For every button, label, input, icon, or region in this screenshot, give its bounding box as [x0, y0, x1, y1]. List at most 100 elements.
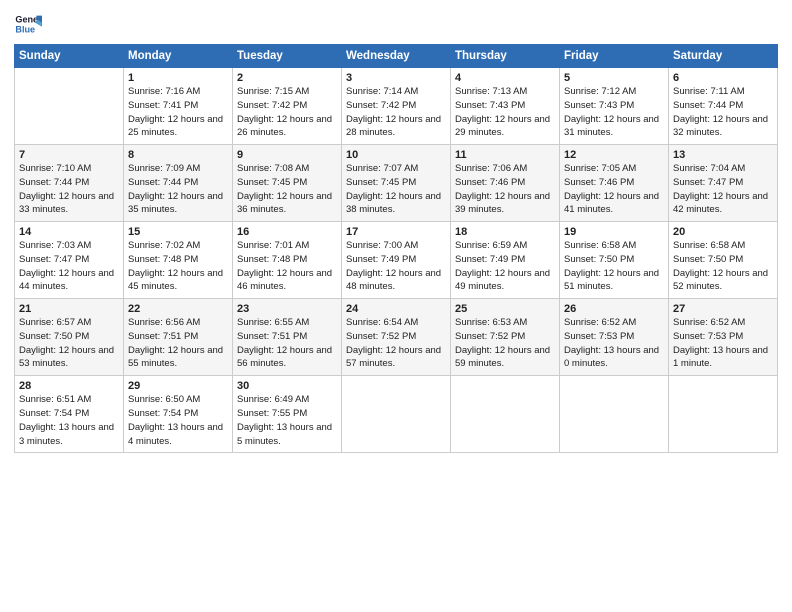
day-number: 16: [237, 226, 337, 238]
day-number: 11: [455, 149, 555, 161]
day-number: 14: [19, 226, 119, 238]
day-number: 27: [673, 303, 773, 315]
calendar-cell: 11Sunrise: 7:06 AMSunset: 7:46 PMDayligh…: [451, 145, 560, 222]
day-info: Sunrise: 7:04 AMSunset: 7:47 PMDaylight:…: [673, 162, 773, 217]
day-number: 29: [128, 380, 228, 392]
day-number: 18: [455, 226, 555, 238]
calendar-cell: 20Sunrise: 6:58 AMSunset: 7:50 PMDayligh…: [669, 222, 778, 299]
calendar-cell: 28Sunrise: 6:51 AMSunset: 7:54 PMDayligh…: [15, 376, 124, 453]
column-header-tuesday: Tuesday: [233, 45, 342, 68]
calendar-cell: 4Sunrise: 7:13 AMSunset: 7:43 PMDaylight…: [451, 68, 560, 145]
column-header-saturday: Saturday: [669, 45, 778, 68]
calendar-cell: 25Sunrise: 6:53 AMSunset: 7:52 PMDayligh…: [451, 299, 560, 376]
day-info: Sunrise: 7:00 AMSunset: 7:49 PMDaylight:…: [346, 239, 446, 294]
column-header-friday: Friday: [560, 45, 669, 68]
calendar-cell: 24Sunrise: 6:54 AMSunset: 7:52 PMDayligh…: [342, 299, 451, 376]
day-number: 1: [128, 72, 228, 84]
day-number: 23: [237, 303, 337, 315]
day-info: Sunrise: 7:16 AMSunset: 7:41 PMDaylight:…: [128, 85, 228, 140]
day-info: Sunrise: 7:11 AMSunset: 7:44 PMDaylight:…: [673, 85, 773, 140]
day-info: Sunrise: 7:13 AMSunset: 7:43 PMDaylight:…: [455, 85, 555, 140]
day-number: 30: [237, 380, 337, 392]
calendar-cell: 17Sunrise: 7:00 AMSunset: 7:49 PMDayligh…: [342, 222, 451, 299]
day-info: Sunrise: 6:58 AMSunset: 7:50 PMDaylight:…: [673, 239, 773, 294]
calendar-cell: 6Sunrise: 7:11 AMSunset: 7:44 PMDaylight…: [669, 68, 778, 145]
day-number: 22: [128, 303, 228, 315]
week-row-2: 7Sunrise: 7:10 AMSunset: 7:44 PMDaylight…: [15, 145, 778, 222]
day-info: Sunrise: 7:05 AMSunset: 7:46 PMDaylight:…: [564, 162, 664, 217]
day-number: 10: [346, 149, 446, 161]
week-row-4: 21Sunrise: 6:57 AMSunset: 7:50 PMDayligh…: [15, 299, 778, 376]
day-number: 21: [19, 303, 119, 315]
calendar-cell: 27Sunrise: 6:52 AMSunset: 7:53 PMDayligh…: [669, 299, 778, 376]
day-number: 24: [346, 303, 446, 315]
day-number: 2: [237, 72, 337, 84]
header-row: SundayMondayTuesdayWednesdayThursdayFrid…: [15, 45, 778, 68]
day-info: Sunrise: 7:02 AMSunset: 7:48 PMDaylight:…: [128, 239, 228, 294]
day-number: 17: [346, 226, 446, 238]
calendar-cell: 23Sunrise: 6:55 AMSunset: 7:51 PMDayligh…: [233, 299, 342, 376]
calendar-cell: [560, 376, 669, 453]
day-info: Sunrise: 7:12 AMSunset: 7:43 PMDaylight:…: [564, 85, 664, 140]
day-number: 4: [455, 72, 555, 84]
day-info: Sunrise: 7:08 AMSunset: 7:45 PMDaylight:…: [237, 162, 337, 217]
day-info: Sunrise: 7:14 AMSunset: 7:42 PMDaylight:…: [346, 85, 446, 140]
day-info: Sunrise: 7:01 AMSunset: 7:48 PMDaylight:…: [237, 239, 337, 294]
day-number: 20: [673, 226, 773, 238]
day-number: 5: [564, 72, 664, 84]
day-number: 25: [455, 303, 555, 315]
column-header-thursday: Thursday: [451, 45, 560, 68]
day-info: Sunrise: 6:52 AMSunset: 7:53 PMDaylight:…: [564, 316, 664, 371]
day-info: Sunrise: 7:07 AMSunset: 7:45 PMDaylight:…: [346, 162, 446, 217]
week-row-5: 28Sunrise: 6:51 AMSunset: 7:54 PMDayligh…: [15, 376, 778, 453]
day-number: 8: [128, 149, 228, 161]
calendar-cell: 26Sunrise: 6:52 AMSunset: 7:53 PMDayligh…: [560, 299, 669, 376]
calendar-cell: 7Sunrise: 7:10 AMSunset: 7:44 PMDaylight…: [15, 145, 124, 222]
calendar-cell: 22Sunrise: 6:56 AMSunset: 7:51 PMDayligh…: [124, 299, 233, 376]
day-number: 26: [564, 303, 664, 315]
day-number: 6: [673, 72, 773, 84]
calendar-cell: 21Sunrise: 6:57 AMSunset: 7:50 PMDayligh…: [15, 299, 124, 376]
day-number: 13: [673, 149, 773, 161]
calendar-cell: 8Sunrise: 7:09 AMSunset: 7:44 PMDaylight…: [124, 145, 233, 222]
day-number: 9: [237, 149, 337, 161]
day-info: Sunrise: 6:49 AMSunset: 7:55 PMDaylight:…: [237, 393, 337, 448]
day-number: 19: [564, 226, 664, 238]
calendar-cell: 30Sunrise: 6:49 AMSunset: 7:55 PMDayligh…: [233, 376, 342, 453]
calendar-cell: 14Sunrise: 7:03 AMSunset: 7:47 PMDayligh…: [15, 222, 124, 299]
day-info: Sunrise: 6:59 AMSunset: 7:49 PMDaylight:…: [455, 239, 555, 294]
calendar-cell: 12Sunrise: 7:05 AMSunset: 7:46 PMDayligh…: [560, 145, 669, 222]
calendar-cell: 29Sunrise: 6:50 AMSunset: 7:54 PMDayligh…: [124, 376, 233, 453]
column-header-monday: Monday: [124, 45, 233, 68]
day-info: Sunrise: 6:52 AMSunset: 7:53 PMDaylight:…: [673, 316, 773, 371]
day-info: Sunrise: 7:06 AMSunset: 7:46 PMDaylight:…: [455, 162, 555, 217]
calendar-cell: 9Sunrise: 7:08 AMSunset: 7:45 PMDaylight…: [233, 145, 342, 222]
calendar-cell: 16Sunrise: 7:01 AMSunset: 7:48 PMDayligh…: [233, 222, 342, 299]
calendar-cell: 13Sunrise: 7:04 AMSunset: 7:47 PMDayligh…: [669, 145, 778, 222]
calendar-page: General Blue SundayMondayTuesdayWednesda…: [0, 0, 792, 612]
calendar-cell: 3Sunrise: 7:14 AMSunset: 7:42 PMDaylight…: [342, 68, 451, 145]
calendar-cell: [451, 376, 560, 453]
day-info: Sunrise: 6:53 AMSunset: 7:52 PMDaylight:…: [455, 316, 555, 371]
column-header-wednesday: Wednesday: [342, 45, 451, 68]
day-info: Sunrise: 7:09 AMSunset: 7:44 PMDaylight:…: [128, 162, 228, 217]
week-row-1: 1Sunrise: 7:16 AMSunset: 7:41 PMDaylight…: [15, 68, 778, 145]
week-row-3: 14Sunrise: 7:03 AMSunset: 7:47 PMDayligh…: [15, 222, 778, 299]
logo-icon: General Blue: [14, 10, 42, 38]
calendar-cell: 1Sunrise: 7:16 AMSunset: 7:41 PMDaylight…: [124, 68, 233, 145]
day-info: Sunrise: 6:58 AMSunset: 7:50 PMDaylight:…: [564, 239, 664, 294]
day-info: Sunrise: 6:56 AMSunset: 7:51 PMDaylight:…: [128, 316, 228, 371]
calendar-cell: 10Sunrise: 7:07 AMSunset: 7:45 PMDayligh…: [342, 145, 451, 222]
calendar-table: SundayMondayTuesdayWednesdayThursdayFrid…: [14, 44, 778, 453]
day-info: Sunrise: 7:03 AMSunset: 7:47 PMDaylight:…: [19, 239, 119, 294]
day-info: Sunrise: 6:55 AMSunset: 7:51 PMDaylight:…: [237, 316, 337, 371]
calendar-cell: 18Sunrise: 6:59 AMSunset: 7:49 PMDayligh…: [451, 222, 560, 299]
column-header-sunday: Sunday: [15, 45, 124, 68]
calendar-cell: [669, 376, 778, 453]
svg-text:Blue: Blue: [15, 24, 35, 34]
day-info: Sunrise: 6:54 AMSunset: 7:52 PMDaylight:…: [346, 316, 446, 371]
day-number: 15: [128, 226, 228, 238]
calendar-cell: [15, 68, 124, 145]
calendar-cell: 15Sunrise: 7:02 AMSunset: 7:48 PMDayligh…: [124, 222, 233, 299]
day-info: Sunrise: 6:57 AMSunset: 7:50 PMDaylight:…: [19, 316, 119, 371]
